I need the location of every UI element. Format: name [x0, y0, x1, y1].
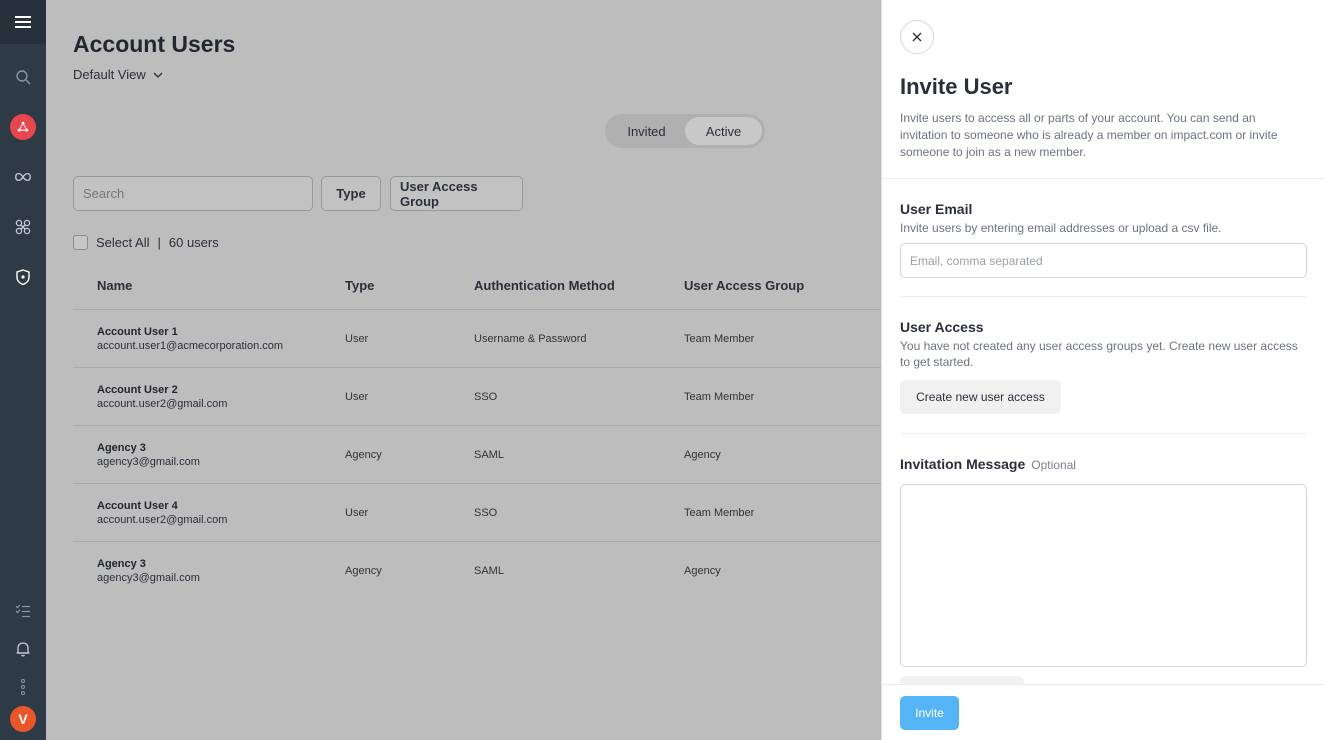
cell-auth: SSO	[474, 390, 498, 403]
drawer-title: Invite User	[900, 74, 1013, 99]
table-row[interactable]: Agency 3 agency3@gmail.com Agency SAML A…	[73, 542, 881, 600]
hidden-button-edge	[900, 676, 1024, 684]
invite-user-drawer: Invite User Invite users to access all o…	[881, 0, 1324, 740]
nav-more[interactable]	[0, 668, 46, 706]
drawer-footer: Invite	[882, 684, 1324, 740]
user-access-group-filter-button[interactable]: User Access Group	[390, 176, 523, 211]
nav-tasks[interactable]	[0, 592, 46, 630]
cell-type: User	[345, 506, 369, 519]
users-table: Name Type Authentication Method User Acc…	[73, 262, 881, 600]
cell-group: Agency	[684, 565, 721, 577]
invitation-message-textarea[interactable]	[900, 484, 1307, 667]
optional-label: Optional	[1031, 458, 1076, 472]
left-nav: V	[0, 0, 46, 740]
user-email: account.user1@acmecorporation.com	[97, 339, 284, 352]
create-user-access-button[interactable]: Create new user access	[900, 380, 1061, 414]
nav-infinity[interactable]	[0, 152, 46, 202]
user-name: Account User 1	[97, 325, 178, 338]
table-row[interactable]: Account User 4 account.user2@gmail.com U…	[73, 484, 881, 542]
invitation-message-label: Invitation Message	[900, 456, 1026, 472]
cell-name: Agency 3 agency3@gmail.com	[73, 558, 345, 584]
table-row[interactable]: Account User 1 account.user1@acmecorpora…	[73, 310, 881, 368]
cell-auth: Username & Password	[474, 332, 587, 345]
nav-notifications[interactable]	[0, 630, 46, 668]
checklist-icon	[15, 604, 30, 618]
table-row[interactable]: Account User 2 account.user2@gmail.com U…	[73, 368, 881, 426]
table-header: Name Type Authentication Method User Acc…	[73, 262, 881, 310]
status-segmented-control: Invited Active	[605, 114, 765, 148]
column-header-name[interactable]: Name	[73, 278, 345, 293]
user-email: agency3@gmail.com	[97, 572, 200, 584]
table-row[interactable]: Agency 3 agency3@gmail.com Agency SAML A…	[73, 426, 881, 484]
divider	[882, 178, 1324, 179]
network-icon	[15, 219, 31, 235]
count-separator: |	[157, 235, 161, 250]
menu-button[interactable]	[0, 0, 46, 44]
select-all-checkbox[interactable]	[73, 235, 88, 250]
cell-auth: SSO	[474, 506, 498, 519]
avatar[interactable]: V	[10, 706, 36, 732]
more-dots-icon	[21, 679, 25, 695]
cell-group: Agency	[684, 448, 721, 461]
nav-brand[interactable]	[0, 102, 46, 152]
close-icon	[912, 32, 922, 42]
view-select[interactable]: Default View	[73, 67, 164, 82]
cell-type: Agency	[345, 448, 382, 461]
search-input[interactable]: Search	[73, 176, 313, 211]
chevron-down-icon	[153, 72, 163, 78]
user-name: Agency 3	[97, 558, 146, 570]
column-header-group[interactable]: User Access Group	[684, 278, 881, 293]
tab-invited[interactable]: Invited	[608, 117, 685, 145]
column-header-auth[interactable]: Authentication Method	[474, 278, 684, 293]
divider	[900, 296, 1307, 297]
infinity-icon	[15, 172, 31, 182]
cell-name: Account User 2 account.user2@gmail.com	[73, 384, 345, 410]
tab-active[interactable]: Active	[685, 117, 762, 145]
email-field[interactable]: Email, comma separated	[900, 243, 1307, 278]
page-title: Account Users	[73, 31, 236, 57]
invitation-message-title: Invitation Message Optional	[900, 456, 1076, 472]
cell-group: Team Member	[684, 390, 755, 403]
user-email-subtitle: Invite users by entering email addresses…	[900, 221, 1222, 235]
select-all-label[interactable]: Select All	[96, 235, 149, 250]
user-count: 60 users	[168, 235, 219, 250]
cell-group: Team Member	[684, 332, 755, 345]
user-email: account.user2@gmail.com	[97, 397, 228, 410]
user-access-title: User Access	[900, 319, 984, 335]
invite-button[interactable]: Invite	[900, 696, 959, 730]
close-button[interactable]	[900, 20, 934, 54]
select-all-row: Select All | 60 users	[73, 235, 219, 250]
user-access-subtitle: You have not created any user access gro…	[900, 339, 1298, 369]
nav-shield[interactable]	[0, 252, 46, 302]
divider	[900, 433, 1307, 434]
bell-icon	[16, 642, 30, 657]
cell-auth: SAML	[474, 448, 504, 461]
cell-type: Agency	[345, 565, 382, 577]
cell-name: Account User 1 account.user1@acmecorpora…	[73, 326, 345, 352]
type-filter-button[interactable]: Type	[321, 176, 381, 211]
nav-network[interactable]	[0, 202, 46, 252]
user-name: Agency 3	[97, 441, 146, 454]
cell-type: User	[345, 332, 369, 345]
column-header-type[interactable]: Type	[345, 278, 474, 293]
menu-icon	[15, 16, 31, 28]
shield-icon	[16, 269, 30, 286]
user-name: Account User 4	[97, 499, 178, 512]
nav-search[interactable]	[0, 52, 46, 102]
cell-auth: SAML	[474, 565, 504, 577]
drawer-description: Invite users to access all or parts of y…	[900, 111, 1278, 159]
brand-logo-icon	[10, 114, 36, 140]
user-email: account.user2@gmail.com	[97, 513, 228, 526]
main-content: Account Users Default View Invited Activ…	[46, 0, 881, 740]
cell-name: Agency 3 agency3@gmail.com	[73, 442, 345, 468]
cell-type: User	[345, 390, 369, 403]
cell-group: Team Member	[684, 506, 755, 519]
user-name: Account User 2	[97, 383, 178, 396]
user-email: agency3@gmail.com	[97, 455, 200, 468]
cell-name: Account User 4 account.user2@gmail.com	[73, 500, 345, 526]
view-label: Default View	[73, 67, 146, 82]
user-email-title: User Email	[900, 201, 973, 217]
search-icon	[16, 70, 31, 85]
